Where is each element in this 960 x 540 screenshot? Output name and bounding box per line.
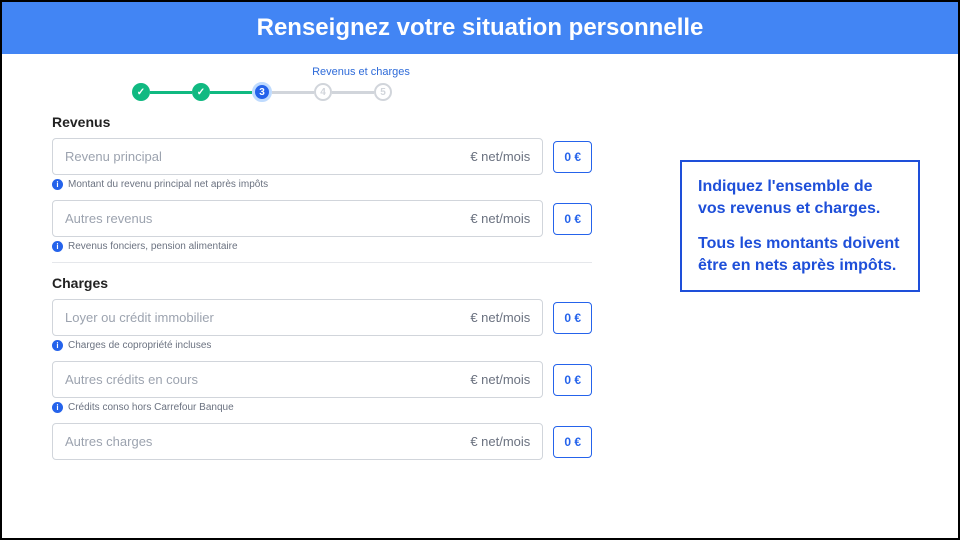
check-icon [137,87,145,98]
help-text: Revenus fonciers, pension alimentaire [68,241,238,252]
divider [52,262,592,263]
section-title-charges: Charges [52,275,592,291]
step-number: 5 [380,87,386,98]
step-line [150,91,192,94]
check-icon [197,87,205,98]
app-frame: Renseignez votre situation personnelle R… [0,0,960,540]
help-row: i Revenus fonciers, pension alimentaire [52,241,592,252]
help-text: Montant du revenu principal net après im… [68,179,268,190]
input-suffix: € net/mois [470,372,530,387]
input-autres-credits[interactable]: Autres crédits en cours € net/mois [52,361,543,398]
input-placeholder: Revenu principal [65,149,162,164]
value-badge[interactable]: 0 € [553,141,592,173]
info-icon: i [52,402,63,413]
input-suffix: € net/mois [470,434,530,449]
field-row-revenu-principal: Revenu principal € net/mois 0 € [52,138,592,175]
step-number: 4 [320,87,326,98]
step-2-done[interactable] [192,83,210,101]
field-row-autres-revenus: Autres revenus € net/mois 0 € [52,200,592,237]
info-icon: i [52,241,63,252]
input-placeholder: Autres revenus [65,211,152,226]
step-4-future[interactable]: 4 [314,83,332,101]
help-row: i Charges de copropriété incluses [52,340,592,351]
step-number: 3 [259,87,265,98]
form-panel: Revenus et charges 3 4 5 Revenus Revenu … [2,54,622,464]
input-revenu-principal[interactable]: Revenu principal € net/mois [52,138,543,175]
step-line [332,91,374,94]
field-row-loyer: Loyer ou crédit immobilier € net/mois 0 … [52,299,592,336]
step-5-future[interactable]: 5 [374,83,392,101]
value-badge[interactable]: 0 € [553,203,592,235]
help-text: Crédits conso hors Carrefour Banque [68,402,234,413]
step-line [272,91,314,94]
callout-paragraph-1: Indiquez l'ensemble de vos revenus et ch… [698,176,902,219]
input-suffix: € net/mois [470,149,530,164]
stepper: 3 4 5 [52,82,592,102]
help-row: i Montant du revenu principal net après … [52,179,592,190]
info-icon: i [52,179,63,190]
step-3-active[interactable]: 3 [252,82,272,102]
help-text: Charges de copropriété incluses [68,340,211,351]
step-1-done[interactable] [132,83,150,101]
value-badge[interactable]: 0 € [553,302,592,334]
value-badge[interactable]: 0 € [553,364,592,396]
input-placeholder: Autres crédits en cours [65,372,198,387]
input-loyer[interactable]: Loyer ou crédit immobilier € net/mois [52,299,543,336]
help-row: i Crédits conso hors Carrefour Banque [52,402,592,413]
input-autres-charges[interactable]: Autres charges € net/mois [52,423,543,460]
input-suffix: € net/mois [470,310,530,325]
section-title-revenus: Revenus [52,114,592,130]
input-placeholder: Autres charges [65,434,152,449]
stepper-label: Revenus et charges [312,66,410,78]
value-badge[interactable]: 0 € [553,426,592,458]
input-suffix: € net/mois [470,211,530,226]
page-header: Renseignez votre situation personnelle [2,2,958,54]
instruction-callout: Indiquez l'ensemble de vos revenus et ch… [680,160,920,292]
input-autres-revenus[interactable]: Autres revenus € net/mois [52,200,543,237]
input-placeholder: Loyer ou crédit immobilier [65,310,214,325]
callout-paragraph-2: Tous les montants doivent être en nets a… [698,233,902,276]
stepper-container: Revenus et charges 3 4 5 [52,62,592,102]
field-row-autres-charges: Autres charges € net/mois 0 € [52,423,592,460]
field-row-autres-credits: Autres crédits en cours € net/mois 0 € [52,361,592,398]
page-title: Renseignez votre situation personnelle [257,14,704,41]
content-area: Revenus et charges 3 4 5 Revenus Revenu … [2,54,958,464]
step-line [210,91,252,94]
sidebar: Indiquez l'ensemble de vos revenus et ch… [680,160,920,292]
info-icon: i [52,340,63,351]
